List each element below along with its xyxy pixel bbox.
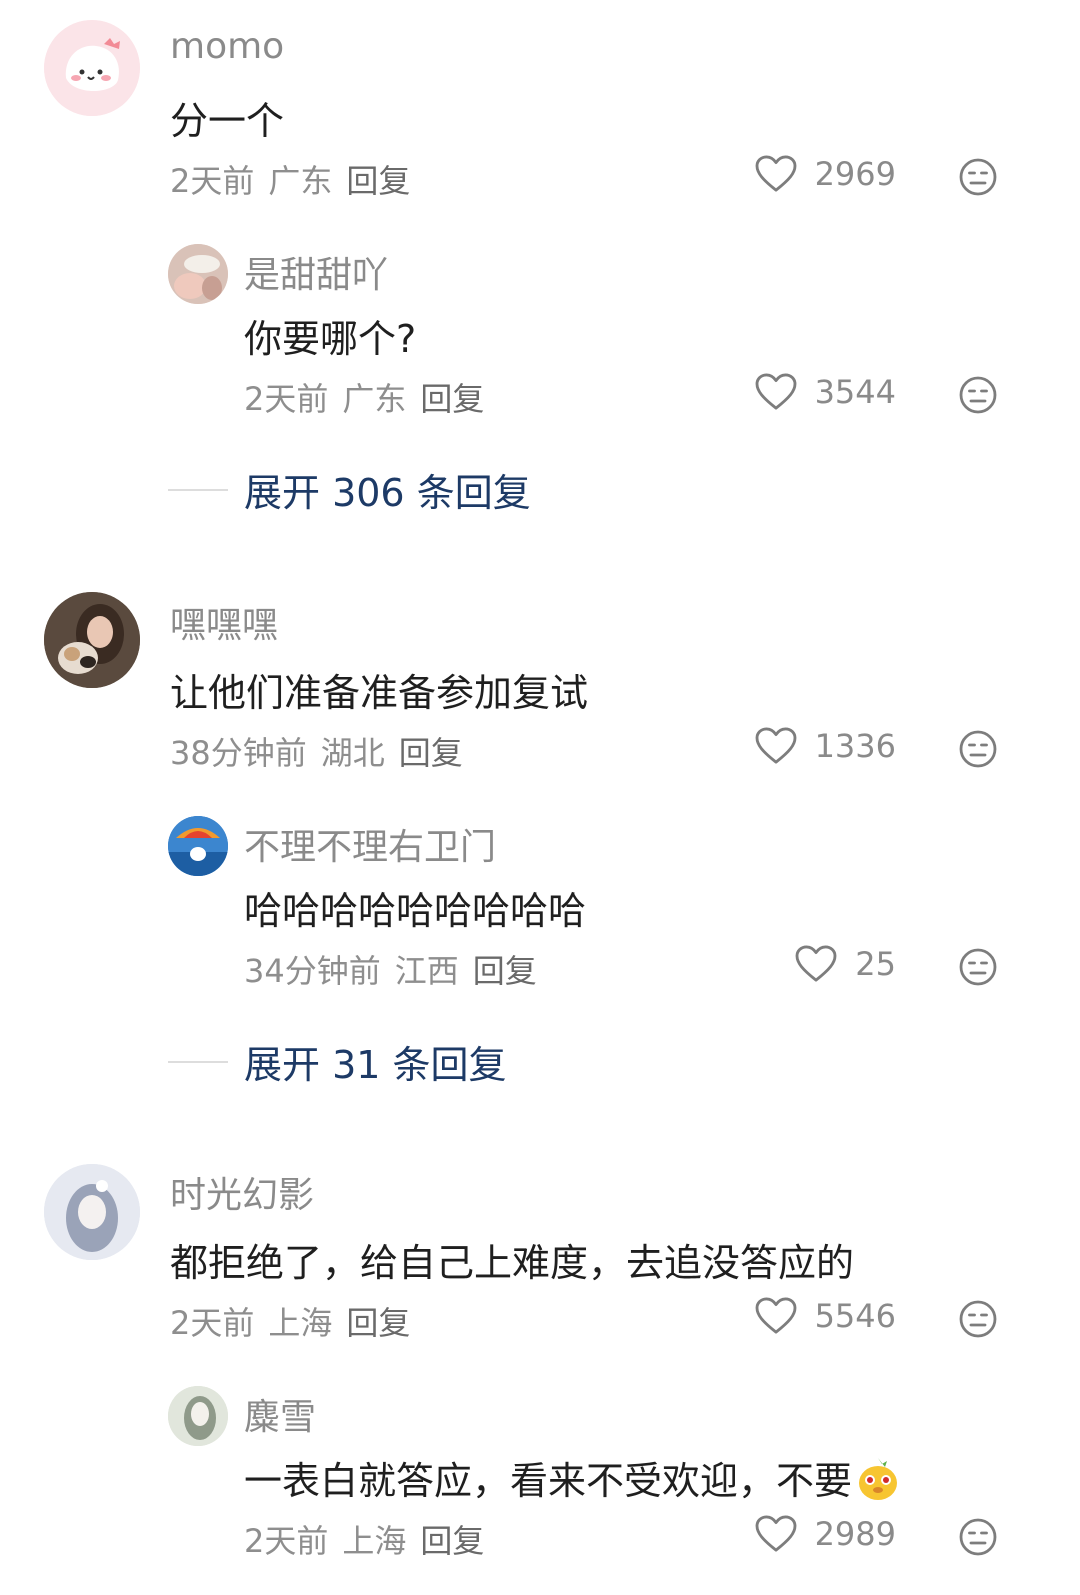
comment-location: 广东 — [268, 162, 333, 200]
dislike-icon[interactable] — [958, 375, 998, 415]
yellow-bird-emoji-icon — [859, 1458, 898, 1500]
reply-location: 广东 — [342, 380, 407, 418]
like-button[interactable]: 5546 — [736, 1297, 896, 1335]
heart-icon — [755, 373, 797, 411]
like-count: 2969 — [814, 155, 896, 193]
dislike-icon[interactable] — [958, 947, 998, 987]
girl-with-cat-avatar-icon — [44, 592, 140, 688]
comment-location: 上海 — [268, 1304, 333, 1342]
avatar[interactable] — [168, 1386, 228, 1446]
expand-replies-button[interactable]: 展开 306 条回复 — [168, 462, 531, 517]
expand-replies-button[interactable]: 展开 31 条回复 — [168, 1034, 507, 1089]
comment-text: 让他们准备准备参加复试 — [170, 671, 589, 715]
dislike-icon[interactable] — [958, 729, 998, 769]
sketch-girl-avatar-icon — [168, 1386, 228, 1446]
like-button[interactable]: 2989 — [736, 1515, 896, 1553]
divider — [168, 1060, 228, 1063]
comment-time: 2天前 — [170, 162, 255, 200]
pink-cartoon-avatar-icon — [44, 20, 140, 116]
expand-replies-label: 展开 31 条回复 — [244, 1043, 507, 1087]
heart-icon — [755, 727, 797, 765]
avatar[interactable] — [168, 816, 228, 876]
reply-time: 34分钟前 — [244, 952, 381, 990]
expand-replies-label: 展开 306 条回复 — [244, 471, 531, 515]
reply-location: 上海 — [342, 1522, 407, 1560]
reply-meta: 2天前 上海 回复 — [244, 1516, 498, 1562]
dislike-icon[interactable] — [958, 1299, 998, 1339]
reply-button[interactable]: 回复 — [420, 1522, 484, 1560]
avatar[interactable] — [44, 20, 140, 116]
heart-icon — [755, 1515, 797, 1553]
like-count: 1336 — [814, 727, 896, 765]
reply-button[interactable]: 回复 — [420, 380, 484, 418]
reply-time: 2天前 — [244, 1522, 329, 1560]
reply-text: 哈哈哈哈哈哈哈哈哈 — [244, 889, 587, 933]
parachute-cat-avatar-icon — [168, 816, 228, 876]
heart-icon — [755, 1297, 797, 1335]
comment-meta: 2天前 上海 回复 — [170, 1298, 424, 1344]
comment-text: 分一个 — [170, 99, 285, 143]
comment-meta: 2天前 广东 回复 — [170, 156, 424, 202]
reply-text-content: 一表白就答应，看来不受欢迎，不要 — [244, 1459, 853, 1503]
like-count: 25 — [855, 945, 896, 983]
reply-time: 2天前 — [244, 380, 329, 418]
reply-meta: 34分钟前 江西 回复 — [244, 946, 551, 992]
avatar[interactable] — [168, 244, 228, 304]
username[interactable]: 麋雪 — [244, 1388, 316, 1440]
heart-icon — [755, 155, 797, 193]
avatar[interactable] — [44, 1164, 140, 1260]
like-button[interactable]: 1336 — [736, 727, 896, 765]
reply-meta: 2天前 广东 回复 — [244, 374, 498, 420]
username[interactable]: 是甜甜吖 — [244, 246, 388, 298]
reply-location: 江西 — [394, 952, 459, 990]
reply-button[interactable]: 回复 — [399, 734, 463, 772]
reply-button[interactable]: 回复 — [346, 162, 410, 200]
comment-time: 38分钟前 — [170, 734, 307, 772]
like-count: 3544 — [814, 373, 896, 411]
reply-button[interactable]: 回复 — [346, 1304, 410, 1342]
username[interactable]: 时光幻影 — [170, 1166, 314, 1218]
divider — [168, 488, 228, 491]
reply-button[interactable]: 回复 — [473, 952, 537, 990]
anime-girl-avatar-icon — [44, 1164, 140, 1260]
like-button[interactable]: 25 — [736, 945, 896, 983]
username[interactable]: momo — [170, 26, 284, 67]
like-button[interactable]: 3544 — [736, 373, 896, 411]
comment-meta: 38分钟前 湖北 回复 — [170, 728, 477, 774]
like-count: 5546 — [814, 1297, 896, 1335]
username[interactable]: 不理不理右卫门 — [244, 818, 496, 870]
username[interactable]: 嘿嘿嘿 — [170, 596, 278, 648]
avatar[interactable] — [44, 592, 140, 688]
comment-time: 2天前 — [170, 1304, 255, 1342]
reply-text: 一表白就答应，看来不受欢迎，不要 — [244, 1450, 900, 1505]
reply-text: 你要哪个? — [244, 317, 417, 361]
heart-icon — [795, 945, 837, 983]
comment-text: 都拒绝了，给自己上难度，去追没答应的 — [170, 1241, 855, 1285]
photo-avatar-icon — [168, 244, 228, 304]
comment-location: 湖北 — [320, 734, 385, 772]
dislike-icon[interactable] — [958, 157, 998, 197]
like-count: 2989 — [814, 1515, 896, 1553]
dislike-icon[interactable] — [958, 1517, 998, 1557]
like-button[interactable]: 2969 — [736, 155, 896, 193]
